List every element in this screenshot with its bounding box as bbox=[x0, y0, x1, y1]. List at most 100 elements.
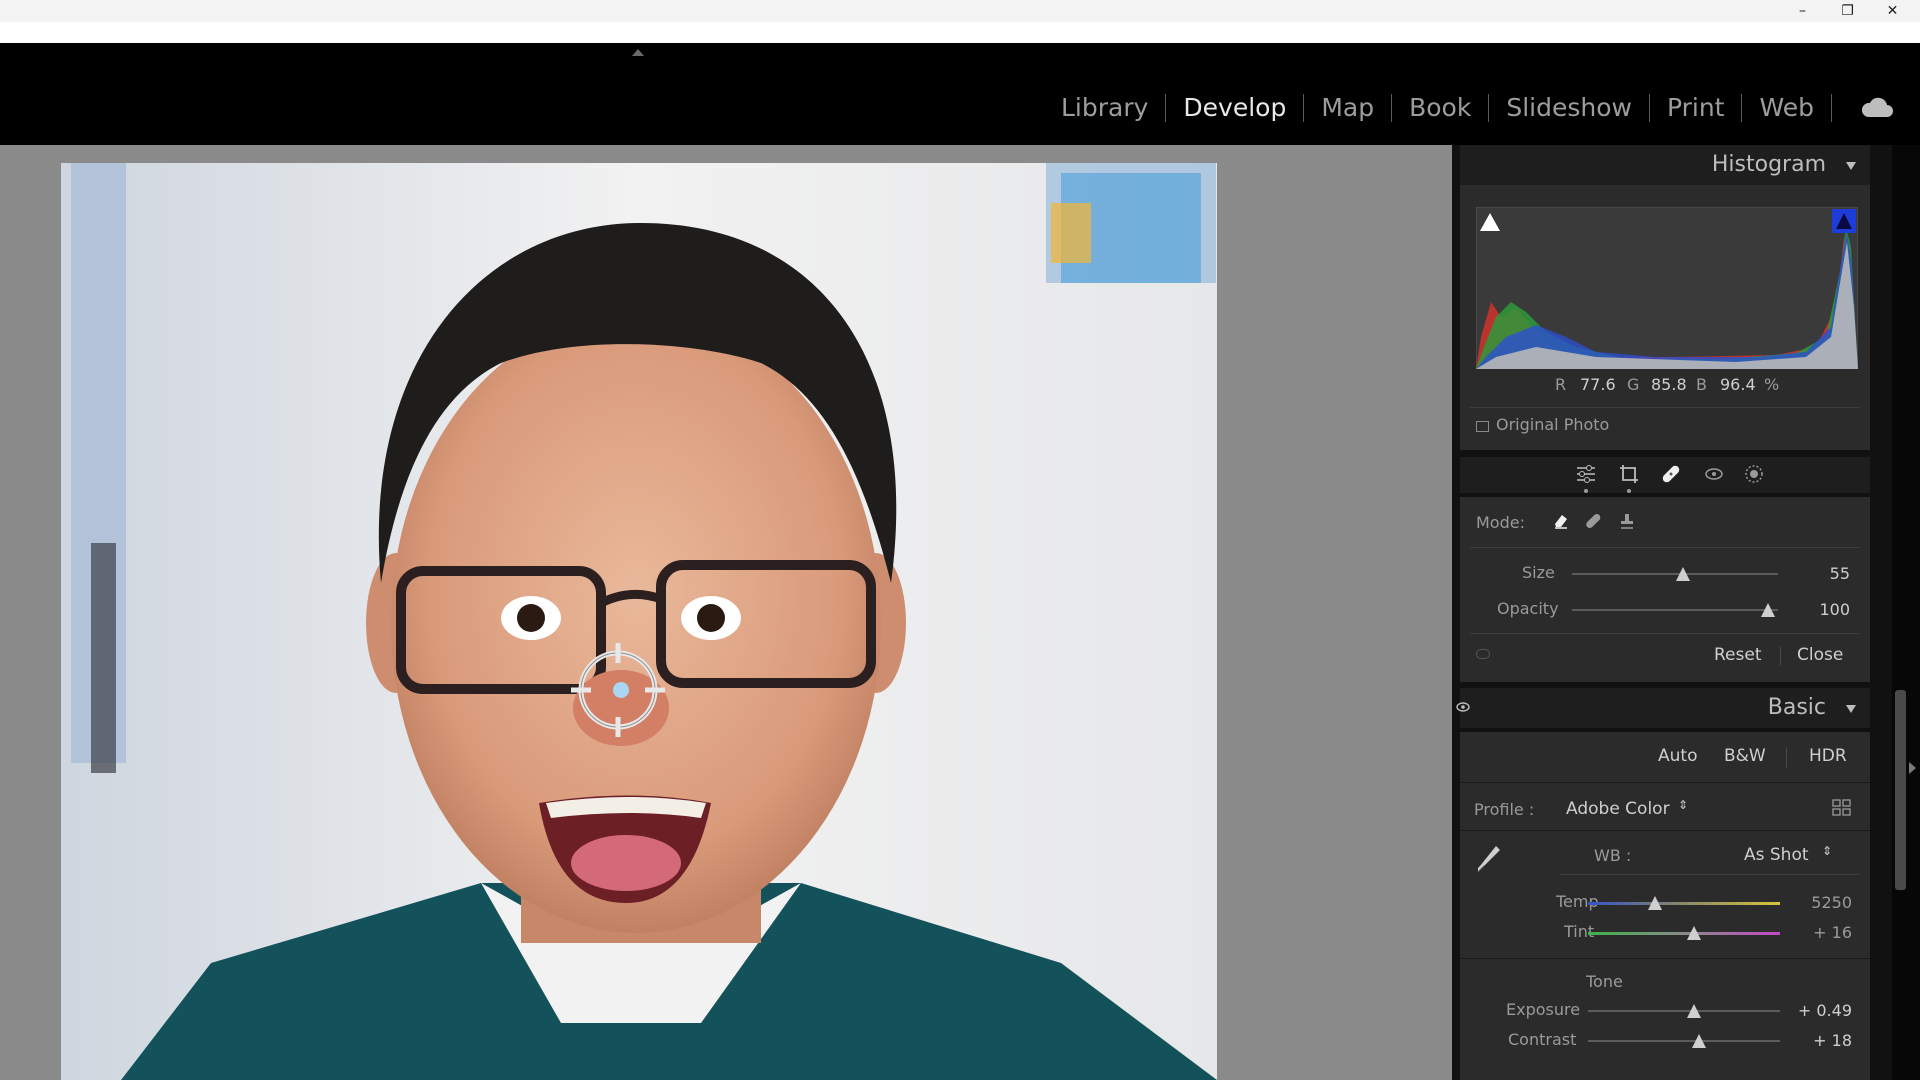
histogram-section: R 77.6 G 85.8 B 96.4 % Original Photo bbox=[1460, 185, 1870, 450]
profile-chevron-icon[interactable]: ⇕ bbox=[1678, 798, 1688, 812]
module-print[interactable]: Print bbox=[1650, 93, 1742, 123]
module-book[interactable]: Book bbox=[1392, 93, 1488, 123]
auto-button[interactable]: Auto bbox=[1658, 746, 1697, 766]
wb-label: WB : bbox=[1594, 846, 1632, 865]
sliders-icon[interactable] bbox=[1575, 463, 1597, 485]
profile-browser-icon[interactable] bbox=[1832, 799, 1852, 817]
expand-right-panel-icon[interactable] bbox=[1909, 762, 1916, 774]
size-value[interactable]: 55 bbox=[1790, 564, 1850, 583]
visibility-toggle-icon[interactable] bbox=[1476, 649, 1490, 659]
divider bbox=[1460, 958, 1870, 959]
heal-mode-icon[interactable] bbox=[1585, 512, 1603, 530]
histogram-graph[interactable] bbox=[1476, 207, 1858, 369]
module-slideshow[interactable]: Slideshow bbox=[1489, 93, 1649, 123]
divider bbox=[1560, 874, 1860, 875]
content-aware-remove-icon[interactable] bbox=[1552, 512, 1570, 530]
collapse-triangle-icon[interactable] bbox=[1846, 162, 1856, 170]
contrast-slider-track[interactable] bbox=[1588, 1040, 1780, 1042]
size-label: Size bbox=[1522, 563, 1555, 582]
healing-icon[interactable] bbox=[1660, 463, 1682, 485]
readout-g-label: G bbox=[1627, 375, 1640, 394]
original-photo-checkbox[interactable] bbox=[1476, 421, 1489, 432]
window-title-bar: – ❐ ✕ bbox=[0, 0, 1920, 43]
restore-button[interactable]: ❐ bbox=[1825, 0, 1870, 22]
mode-label: Mode: bbox=[1476, 513, 1525, 532]
button-separator bbox=[1786, 748, 1787, 768]
panel-scrollbar-area bbox=[1892, 145, 1920, 1080]
original-photo-label[interactable]: Original Photo bbox=[1496, 415, 1609, 434]
tint-slider-track[interactable] bbox=[1588, 932, 1780, 935]
histogram-title: Histogram bbox=[1711, 152, 1826, 177]
title-strip bbox=[0, 0, 1920, 22]
profile-dropdown[interactable]: Adobe Color bbox=[1566, 799, 1670, 819]
temp-slider-thumb[interactable] bbox=[1648, 896, 1663, 910]
readout-b-value: 96.4 bbox=[1720, 375, 1756, 394]
exposure-slider-track[interactable] bbox=[1588, 1010, 1780, 1012]
button-separator bbox=[1780, 647, 1781, 665]
divider bbox=[1460, 782, 1870, 783]
tool-active-dot bbox=[1627, 489, 1631, 493]
profile-label: Profile : bbox=[1474, 800, 1535, 819]
healing-options: Mode: Size 55 Opacity 100 Reset Close bbox=[1460, 497, 1870, 682]
exposure-value[interactable]: + 0.49 bbox=[1790, 1001, 1852, 1020]
exposure-slider-thumb[interactable] bbox=[1686, 1004, 1701, 1018]
module-develop[interactable]: Develop bbox=[1166, 93, 1303, 123]
collapse-top-panel-icon[interactable] bbox=[632, 49, 644, 56]
basic-title: Basic bbox=[1767, 695, 1826, 720]
crop-icon[interactable] bbox=[1618, 463, 1640, 485]
redeye-icon[interactable] bbox=[1703, 463, 1725, 485]
panel-visibility-icon[interactable] bbox=[1456, 702, 1470, 712]
hdr-button[interactable]: HDR bbox=[1809, 746, 1847, 766]
wb-chevron-icon[interactable]: ⇕ bbox=[1822, 844, 1832, 858]
exposure-label: Exposure bbox=[1506, 1000, 1581, 1019]
histogram-header[interactable]: Histogram bbox=[1460, 145, 1870, 185]
basic-section: Auto B&W HDR Profile : Adobe Color ⇕ WB … bbox=[1460, 732, 1870, 1080]
wb-eyedropper-icon[interactable] bbox=[1474, 844, 1502, 876]
clone-mode-icon[interactable] bbox=[1618, 512, 1636, 530]
module-list: Library Develop Map Book Slideshow Print… bbox=[1044, 93, 1832, 123]
contrast-label: Contrast bbox=[1508, 1030, 1577, 1049]
opacity-slider-thumb[interactable] bbox=[1760, 603, 1775, 617]
module-picker-bar: Library Develop Map Book Slideshow Print… bbox=[0, 43, 1920, 145]
right-panel: Histogram R 77.6 G 85.8 B 96.4 % Origina… bbox=[1452, 145, 1892, 1080]
readout-g-value: 85.8 bbox=[1651, 375, 1687, 394]
divider bbox=[1470, 633, 1860, 634]
close-tool-button[interactable]: Close bbox=[1797, 645, 1843, 665]
minimize-button[interactable]: – bbox=[1780, 0, 1825, 22]
opacity-label: Opacity bbox=[1497, 599, 1559, 618]
portrait-photo bbox=[61, 163, 1217, 1080]
divider bbox=[1470, 407, 1860, 408]
mask-icon[interactable] bbox=[1743, 463, 1765, 485]
module-separator bbox=[1831, 94, 1832, 122]
basic-header[interactable]: Basic bbox=[1456, 688, 1870, 728]
divider bbox=[1470, 547, 1860, 548]
cloud-sync-icon[interactable] bbox=[1860, 95, 1894, 119]
temp-value[interactable]: 5250 bbox=[1790, 893, 1852, 912]
tool-strip bbox=[1460, 457, 1870, 493]
temp-slider-track[interactable] bbox=[1588, 902, 1780, 905]
tone-label: Tone bbox=[1586, 972, 1623, 991]
collapse-triangle-icon[interactable] bbox=[1846, 705, 1856, 713]
contrast-value[interactable]: + 18 bbox=[1790, 1031, 1852, 1050]
photo-canvas[interactable] bbox=[0, 145, 1452, 1080]
close-window-button[interactable]: ✕ bbox=[1870, 0, 1915, 22]
module-library[interactable]: Library bbox=[1044, 93, 1165, 123]
wb-dropdown[interactable]: As Shot bbox=[1744, 845, 1809, 865]
size-slider-track[interactable] bbox=[1572, 573, 1778, 575]
readout-r-value: 77.6 bbox=[1580, 375, 1616, 394]
opacity-value[interactable]: 100 bbox=[1790, 600, 1850, 619]
scrollbar-thumb[interactable] bbox=[1895, 690, 1906, 890]
contrast-slider-thumb[interactable] bbox=[1692, 1034, 1707, 1048]
module-web[interactable]: Web bbox=[1742, 93, 1831, 123]
tool-active-dot bbox=[1584, 489, 1588, 493]
photo-preview[interactable] bbox=[61, 163, 1217, 1080]
bw-button[interactable]: B&W bbox=[1724, 746, 1766, 766]
module-map[interactable]: Map bbox=[1304, 93, 1391, 123]
tint-value[interactable]: + 16 bbox=[1790, 923, 1852, 942]
readout-r-label: R bbox=[1555, 375, 1567, 394]
divider bbox=[1460, 830, 1870, 831]
tint-slider-thumb[interactable] bbox=[1686, 926, 1701, 940]
opacity-slider-track[interactable] bbox=[1572, 609, 1778, 611]
reset-button[interactable]: Reset bbox=[1714, 645, 1762, 665]
size-slider-thumb[interactable] bbox=[1676, 567, 1691, 581]
